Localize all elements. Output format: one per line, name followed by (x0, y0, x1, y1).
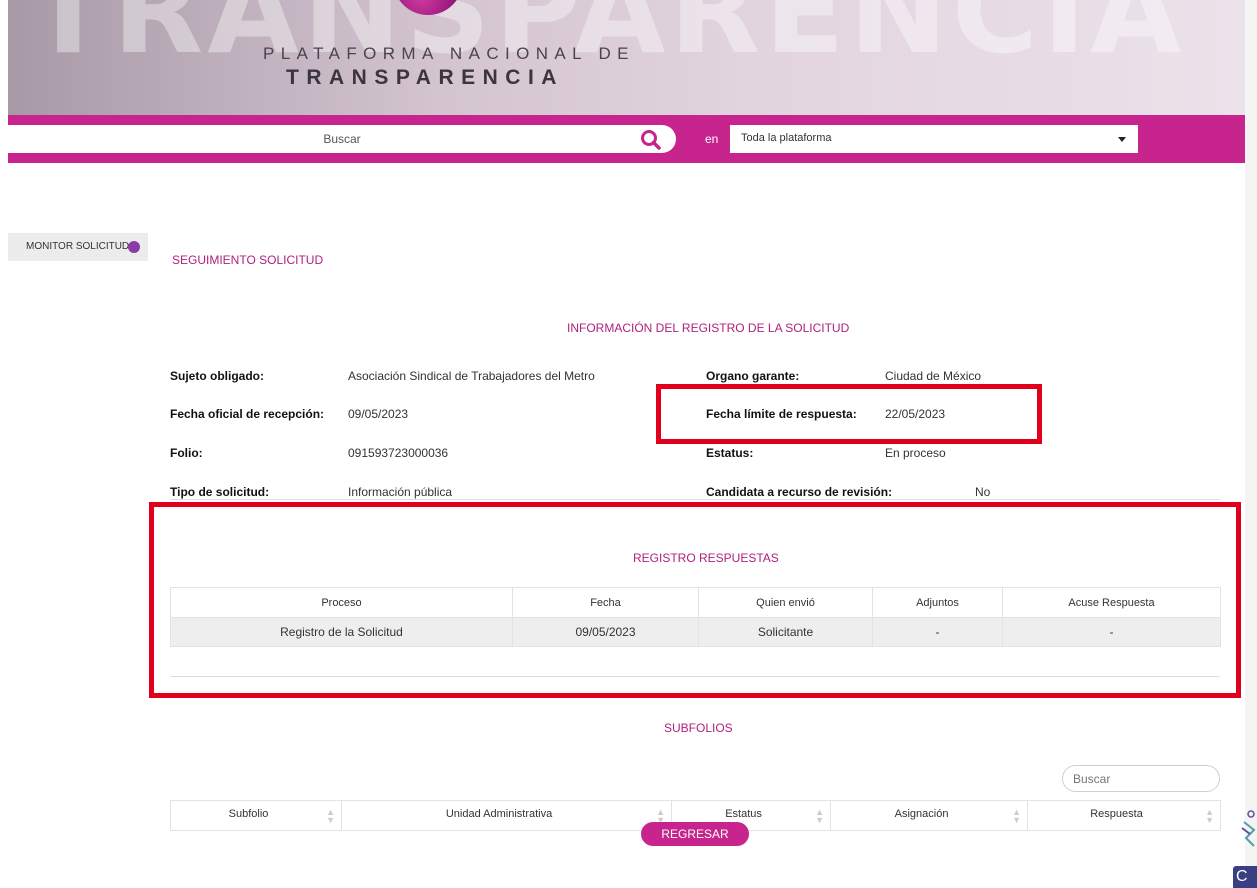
estatus-label: Estatus: (706, 446, 754, 460)
site-header: TRANSPARENCIA PLATAFORMA NACIONAL DE TRA… (8, 0, 1245, 115)
organo-label: Organo garante: (706, 369, 800, 383)
tipo-solicitud-value: Información pública (348, 485, 453, 499)
accessibility-figure-icon[interactable] (1236, 808, 1257, 848)
page-title: SEGUIMIENTO SOLICITUD (172, 253, 324, 267)
col-unidad-administrativa[interactable]: Unidad Administrativa ▲ ▼ (341, 800, 672, 831)
caret-down-icon (1118, 137, 1126, 142)
sort-icon: ▲ ▼ (326, 806, 335, 825)
scrollbar[interactable] (1245, 0, 1257, 888)
search-icon[interactable] (640, 129, 662, 151)
sidebar-tab-label: MONITOR SOLICITUD (26, 241, 130, 252)
candidata-label: Candidata a recurso de revisión: (706, 485, 893, 499)
brand-title-top: PLATAFORMA NACIONAL DE (263, 44, 635, 63)
search-scope-label: en (705, 132, 719, 146)
estatus-value: En proceso (885, 446, 946, 460)
col-asignacion[interactable]: Asignación ▲ ▼ (830, 800, 1028, 831)
respuestas-header-row: Proceso Fecha Quien envió Adjuntos Acuse… (170, 587, 1221, 618)
cell-fecha: 09/05/2023 (512, 617, 699, 647)
sujeto-label: Sujeto obligado: (170, 369, 264, 383)
col-respuesta[interactable]: Respuesta ▲ ▼ (1027, 800, 1221, 831)
search-scope-value: Toda la plataforma (741, 132, 832, 144)
col-subfolio[interactable]: Subfolio ▲ ▼ (170, 800, 342, 831)
brand-title-bottom: TRANSPARENCIA (286, 66, 564, 89)
col-acuse-respuesta: Acuse Respuesta (1002, 587, 1221, 618)
col-asignacion-label: Asignación (894, 807, 949, 820)
subfolios-section-title: SUBFOLIOS (664, 721, 733, 735)
info-section-title: INFORMACIÓN DEL REGISTRO DE LA SOLICITUD (567, 321, 850, 335)
cell-proceso: Registro de la Solicitud (170, 617, 513, 647)
cell-adjuntos: - (872, 617, 1003, 647)
respuestas-section-title: REGISTRO RESPUESTAS (633, 551, 779, 565)
sort-icon: ▲ ▼ (1205, 806, 1214, 825)
chat-badge-icon[interactable]: C (1233, 866, 1257, 888)
monitor-icon (128, 241, 140, 253)
cell-quien-envio: Solicitante (698, 617, 873, 647)
sujeto-value: Asociación Sindical de Trabajadores del … (348, 369, 595, 383)
highlight-fecha-limite (656, 384, 1042, 444)
fecha-recepcion-label: Fecha oficial de recepción: (170, 407, 325, 421)
folio-value: 091593723000036 (348, 446, 449, 460)
fecha-recepcion-value: 09/05/2023 (348, 407, 409, 421)
respuestas-divider (170, 676, 1220, 677)
header-watermark: TRANSPARENCIA (28, 0, 1186, 80)
sidebar-tab-monitor-solicitud[interactable]: MONITOR SOLICITUD (8, 233, 148, 261)
col-quien-envio: Quien envió (698, 587, 873, 618)
table-row: Registro de la Solicitud 09/05/2023 Soli… (170, 617, 1221, 647)
organo-value: Ciudad de México (885, 369, 982, 383)
subfolios-search-input[interactable]: Buscar (1062, 765, 1220, 792)
cell-acuse-respuesta: - (1002, 617, 1221, 647)
tipo-solicitud-label: Tipo de solicitud: (170, 485, 270, 499)
candidata-value: No (975, 485, 991, 499)
col-fecha: Fecha (512, 587, 699, 618)
sort-icon: ▲ ▼ (815, 806, 824, 825)
global-search-bar: en Toda la plataforma (8, 115, 1245, 163)
global-search-input[interactable] (8, 125, 676, 153)
col-respuesta-label: Respuesta (1090, 807, 1143, 820)
regresar-button[interactable]: REGRESAR (641, 822, 749, 846)
col-proceso: Proceso (170, 587, 513, 618)
info-divider (170, 499, 1220, 500)
col-unidad-label: Unidad Administrativa (445, 807, 553, 820)
sort-icon: ▲ ▼ (1012, 806, 1021, 825)
search-scope-select[interactable]: Toda la plataforma (730, 125, 1138, 153)
folio-label: Folio: (170, 446, 203, 460)
col-subfolio-label: Subfolio (228, 807, 269, 820)
col-adjuntos: Adjuntos (872, 587, 1003, 618)
col-estatus-label: Estatus (725, 807, 762, 820)
respuestas-table: Proceso Fecha Quien envió Adjuntos Acuse… (170, 587, 1221, 647)
